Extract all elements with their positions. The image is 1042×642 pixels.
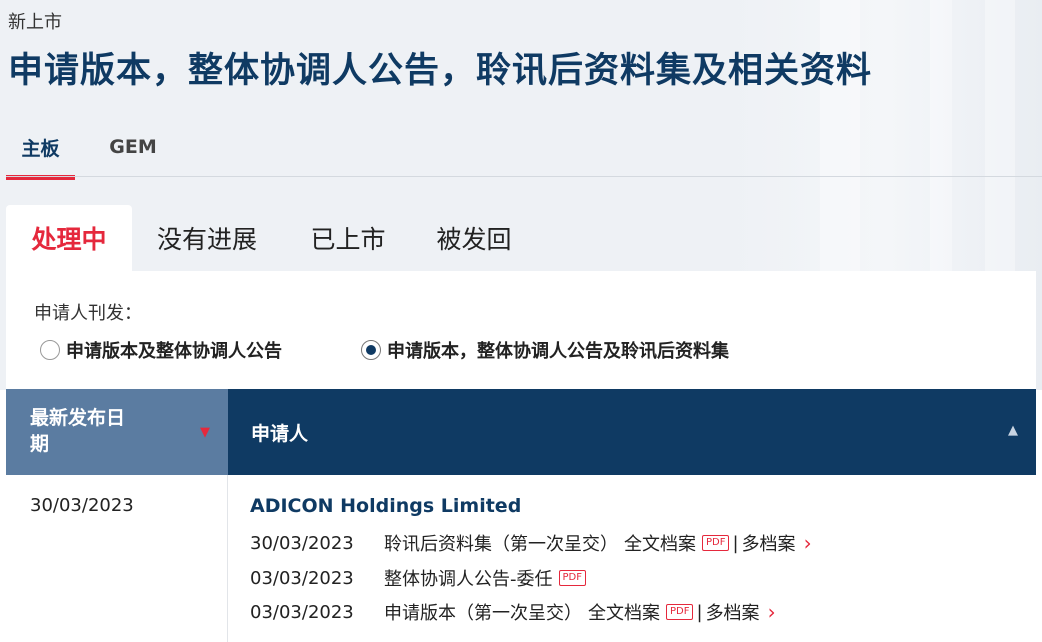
sort-up-icon[interactable]: ▲	[1008, 423, 1018, 438]
full-text-link[interactable]: 全文档案	[588, 599, 660, 625]
tab-processing[interactable]: 处理中	[6, 205, 132, 271]
document-item: 03/03/2023 整体协调人公告-委任 PDF	[250, 565, 586, 591]
radio-option-app-and-oc[interactable]: 申请版本及整体协调人公告	[40, 337, 282, 363]
pdf-icon[interactable]: PDF	[558, 570, 586, 586]
document-title-link[interactable]: 申请版本（第一次呈交）	[384, 599, 582, 625]
tab-returned[interactable]: 被发回	[422, 205, 526, 271]
content-panel: 申请人刊发： 申请版本及整体协调人公告 申请版本，整体协调人公告及聆讯后资料集 …	[6, 271, 1036, 642]
breadcrumb[interactable]: 新上市	[8, 8, 62, 34]
sort-down-icon[interactable]: ▼	[200, 425, 210, 440]
separator: |	[732, 532, 739, 554]
tab-listed[interactable]: 已上市	[296, 205, 400, 271]
separator: |	[696, 601, 703, 623]
page-title: 申请版本，整体协调人公告，聆讯后资料集及相关资料	[8, 51, 873, 91]
column-header-date[interactable]: 最新发布日期 ▼	[6, 389, 228, 475]
document-date: 03/03/2023	[250, 567, 354, 589]
document-title-link[interactable]: 整体协调人公告-委任	[384, 565, 553, 591]
table-header: 最新发布日期 ▼ 申请人 ▲	[6, 389, 1036, 475]
board-tabs: 主板 GEM	[6, 118, 1042, 180]
pdf-icon[interactable]: PDF	[666, 604, 694, 620]
chevron-right-icon[interactable]: ›	[768, 600, 776, 624]
multi-file-link[interactable]: 多档案	[706, 599, 760, 625]
full-text-link[interactable]: 全文档案	[624, 530, 696, 556]
radio-option-app-oc-phip[interactable]: 申请版本，整体协调人公告及聆讯后资料集	[361, 337, 729, 363]
document-item: 30/03/2023 聆讯后资料集（第一次呈交） 全文档案 PDF | 多档案 …	[250, 530, 812, 556]
filter-label: 申请人刊发：	[34, 303, 142, 324]
radio-label: 申请版本，整体协调人公告及聆讯后资料集	[387, 341, 729, 362]
document-item: 03/03/2023 申请版本（第一次呈交） 全文档案 PDF | 多档案 ›	[250, 599, 776, 625]
chevron-right-icon[interactable]: ›	[804, 531, 812, 555]
document-title-link[interactable]: 聆讯后资料集（第一次呈交）	[384, 530, 618, 556]
column-divider	[227, 475, 228, 642]
radio-label: 申请版本及整体协调人公告	[66, 341, 282, 362]
column-header-applicant[interactable]: 申请人 ▲	[228, 389, 1036, 475]
radio-checked-icon[interactable]	[361, 340, 381, 360]
document-date: 03/03/2023	[250, 601, 354, 623]
tab-gem[interactable]: GEM	[98, 118, 168, 176]
radio-unchecked-icon[interactable]	[40, 340, 60, 360]
column-header-date-label: 最新发布日期	[30, 407, 126, 455]
tab-main-board[interactable]: 主板	[6, 118, 75, 180]
row-date: 30/03/2023	[30, 495, 134, 516]
pdf-icon[interactable]: PDF	[702, 535, 730, 551]
tabs-divider	[6, 176, 1042, 177]
column-header-applicant-label: 申请人	[251, 423, 309, 445]
company-name: ADICON Holdings Limited	[250, 495, 522, 517]
document-date: 30/03/2023	[250, 532, 354, 554]
tab-no-progress[interactable]: 没有进展	[142, 205, 272, 271]
multi-file-link[interactable]: 多档案	[742, 530, 796, 556]
table-row: 30/03/2023 ADICON Holdings Limited 30/03…	[6, 475, 1036, 642]
